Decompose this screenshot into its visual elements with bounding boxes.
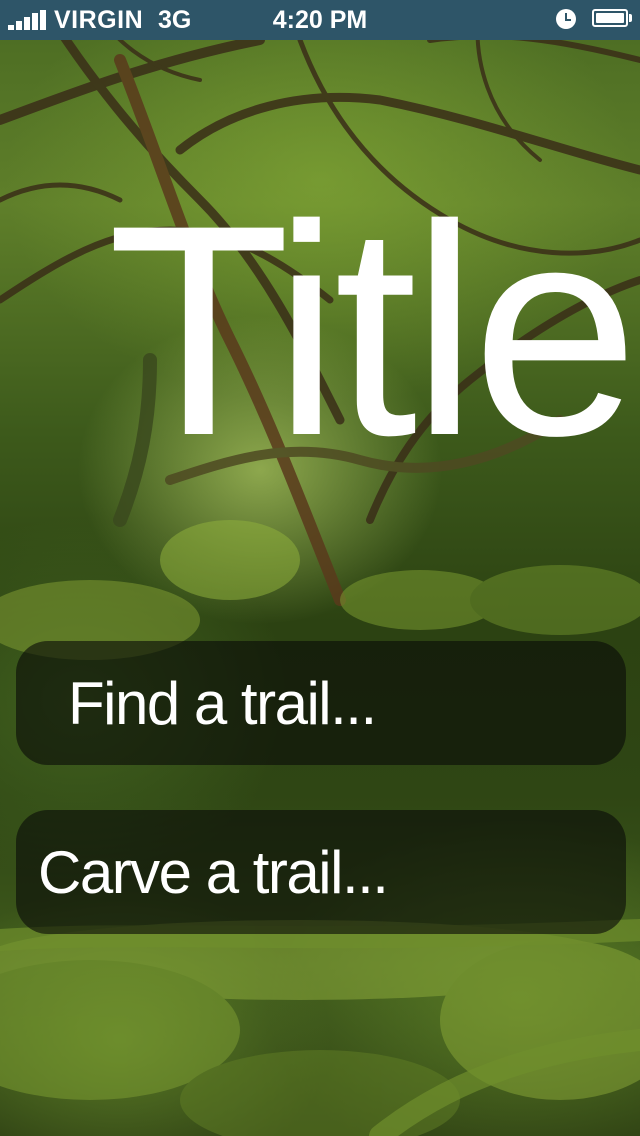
alarm-clock-icon xyxy=(556,9,576,29)
carve-trail-label: Carve a trail... xyxy=(38,838,389,906)
find-trail-button[interactable]: Find a trail... xyxy=(16,641,626,765)
battery-full-icon xyxy=(592,9,632,27)
status-bar: VIRGIN 3G 4:20 PM xyxy=(0,0,640,40)
status-time: 4:20 PM xyxy=(272,6,368,34)
find-trail-label: Find a trail... xyxy=(68,669,377,737)
carve-trail-button[interactable]: Carve a trail... xyxy=(16,810,626,934)
page-title: Title xyxy=(107,162,639,498)
home-screen: VIRGIN 3G 4:20 PM Title Find a trail... … xyxy=(0,0,640,1136)
